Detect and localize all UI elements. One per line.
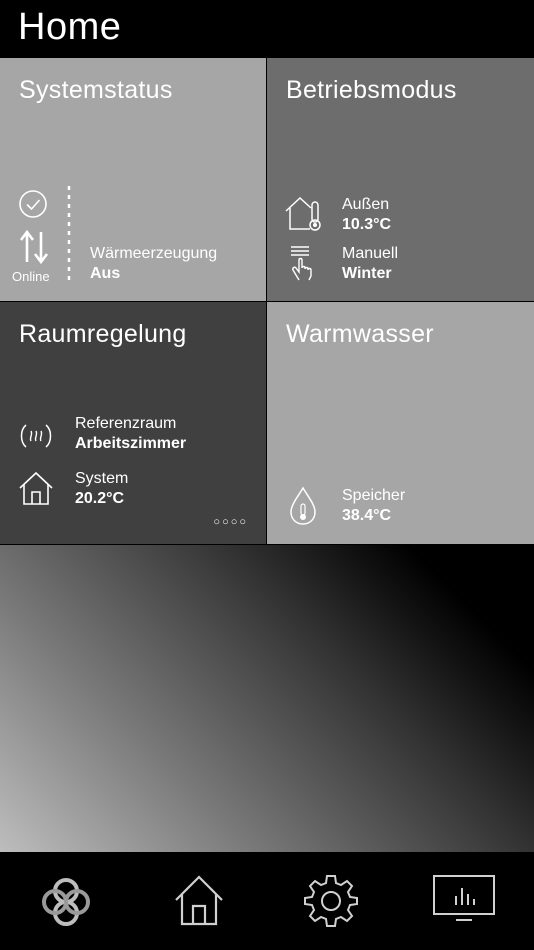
outside-temp-label: Außen [342, 196, 390, 213]
mode-value: Winter [342, 265, 392, 282]
check-circle-icon [18, 189, 48, 219]
stats-monitor-icon[interactable] [430, 872, 498, 932]
transfer-arrows-icon [19, 228, 49, 266]
tile-betriebsmodus[interactable]: Betriebsmodus Außen 10.3°C Manuell Winte… [267, 58, 534, 301]
tile-warmwasser[interactable]: Warmwasser Speicher 38.4°C [267, 302, 534, 544]
tile-warmwasser-title: Warmwasser [286, 320, 434, 348]
storage-temp-value: 38.4°C [342, 507, 392, 524]
manual-hand-icon [287, 244, 321, 282]
page-title: Home [18, 6, 122, 48]
tile-betriebsmodus-title: Betriebsmodus [286, 76, 457, 104]
tile-systemstatus-title: Systemstatus [19, 76, 173, 104]
house-thermometer-icon [284, 194, 324, 232]
heat-generation-label: Wärmeerzeugung [90, 245, 218, 262]
system-temp-value: 20.2°C [75, 490, 125, 507]
reference-room-value: Arbeitszimmer [75, 435, 187, 452]
bottom-navigation [0, 852, 534, 950]
room-heating-icon [19, 419, 53, 453]
reference-room-label: Referenzraum [75, 415, 177, 432]
dotted-divider [67, 186, 71, 284]
storage-temp-label: Speicher [342, 487, 406, 504]
outside-temp-value: 10.3°C [342, 216, 392, 233]
mode-label: Manuell [342, 245, 399, 262]
house-icon [18, 470, 54, 506]
tile-raumregelung-title: Raumregelung [19, 320, 187, 348]
settings-gear-icon[interactable] [298, 872, 364, 932]
logo-knot-icon[interactable] [33, 872, 99, 932]
app-header: Home [0, 0, 534, 58]
background-gradient [0, 545, 534, 852]
page-indicator-dots[interactable]: ○○○○ [213, 516, 248, 528]
system-temp-label: System [75, 470, 129, 487]
home-icon[interactable] [166, 872, 232, 932]
tile-raumregelung[interactable]: Raumregelung Referenzraum Arbeitszimmer … [0, 302, 266, 544]
tile-systemstatus[interactable]: Systemstatus Online Wärmeerzeugung Aus [0, 58, 266, 301]
heat-generation-value: Aus [90, 265, 121, 282]
online-status-text: Online [12, 269, 50, 284]
water-drop-thermometer-icon [287, 486, 319, 526]
